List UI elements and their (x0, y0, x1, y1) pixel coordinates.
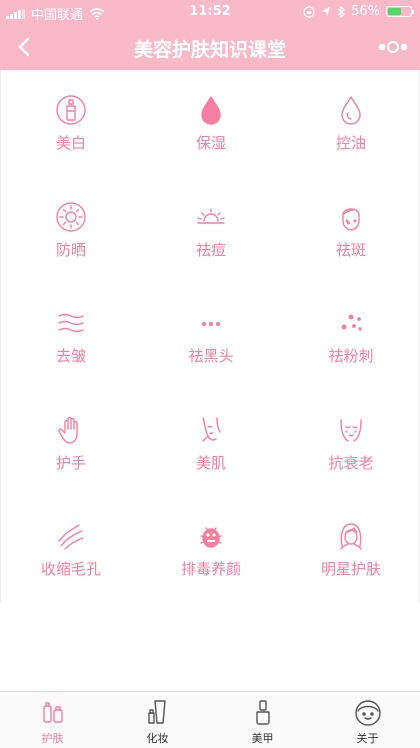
category-pore-shrink[interactable]: 收缩毛孔 (1, 496, 141, 603)
category-sun-protection[interactable]: 防晒 (1, 177, 141, 284)
bug-icon (200, 527, 222, 549)
category-grid: 美白 保湿 控油 防晒 祛痘 祛斑 去皱 祛黑头 祛粉刺 护手 美肌 抗衰老 收… (0, 70, 420, 603)
makeup-tube-icon (147, 700, 166, 724)
bluetooth-icon (337, 5, 345, 18)
star-woman-icon (340, 523, 362, 551)
battery-icon (386, 6, 414, 17)
page-title: 美容护肤知识课堂 (133, 39, 286, 61)
category-label: 美白 (55, 134, 86, 152)
dots-icon (201, 322, 221, 327)
tab-bar: 护肤 化妆 美甲 关于 (0, 691, 420, 748)
category-label: 保湿 (195, 134, 226, 152)
category-moisturizing[interactable]: 保湿 (141, 70, 281, 177)
category-label: 排毒养颜 (180, 560, 241, 579)
category-whitening[interactable]: 美白 (1, 70, 141, 177)
face-spots-icon (342, 207, 360, 231)
category-detox[interactable]: 排毒养颜 (141, 496, 281, 603)
category-label: 祛粉刺 (328, 347, 374, 366)
category-label: 收缩毛孔 (40, 560, 101, 579)
more-dots-icon[interactable] (376, 36, 410, 58)
tab-label: 美甲 (251, 732, 274, 745)
skincare-bottles-icon (42, 702, 63, 723)
category-anti-aging[interactable]: 抗衰老 (281, 390, 420, 497)
scattered-dots-icon (341, 314, 362, 331)
woman-face-icon (202, 417, 221, 442)
tab-label: 化妆 (146, 732, 169, 745)
tab-skincare[interactable]: 护肤 (0, 692, 105, 748)
oil-drop-icon (341, 96, 361, 125)
rotation-lock-icon (303, 5, 315, 18)
profile-face-icon (354, 700, 381, 726)
category-wrinkle[interactable]: 去皱 (1, 283, 141, 390)
category-label: 祛黑头 (188, 347, 234, 366)
category-label: 美肌 (195, 453, 226, 472)
category-pimple[interactable]: 祛粉刺 (281, 283, 420, 390)
status-bar: 中国联通 11:52 56% (0, 0, 420, 24)
category-label: 护手 (55, 453, 86, 472)
category-label: 去皱 (55, 347, 86, 366)
aging-face-icon (340, 419, 362, 442)
nav-bar: 美容护肤知识课堂 (0, 24, 420, 70)
category-oil-control[interactable]: 控油 (281, 70, 420, 177)
tab-nails[interactable]: 美甲 (210, 692, 315, 748)
sun-icon (56, 201, 86, 232)
hand-icon (58, 416, 78, 444)
tab-label: 关于 (356, 732, 379, 745)
category-label: 防晒 (55, 240, 86, 259)
sunrise-icon (197, 207, 225, 224)
category-freckle[interactable]: 祛斑 (281, 177, 420, 284)
bottle-icon (56, 95, 86, 125)
category-label: 抗衰老 (328, 453, 374, 472)
category-label: 明星护肤 (320, 560, 381, 579)
category-label: 祛痘 (195, 240, 226, 259)
category-star-skincare[interactable]: 明星护肤 (281, 496, 420, 603)
nail-polish-icon (255, 700, 270, 725)
battery-percent: 56% (351, 4, 380, 19)
curved-lines-icon (58, 524, 84, 551)
wave-lines-icon (58, 313, 84, 333)
category-hand-care[interactable]: 护手 (1, 390, 141, 497)
category-acne[interactable]: 祛痘 (141, 177, 281, 284)
tab-about[interactable]: 关于 (315, 692, 420, 748)
category-skin-beauty[interactable]: 美肌 (141, 390, 281, 497)
status-right: 56% (303, 4, 414, 19)
water-drop-filled-icon (201, 96, 221, 125)
category-blackhead[interactable]: 祛黑头 (141, 283, 281, 390)
tab-label: 护肤 (41, 732, 64, 745)
category-label: 祛斑 (335, 240, 366, 259)
category-label: 控油 (335, 134, 366, 152)
location-icon (322, 7, 331, 16)
tab-makeup[interactable]: 化妆 (105, 692, 210, 748)
